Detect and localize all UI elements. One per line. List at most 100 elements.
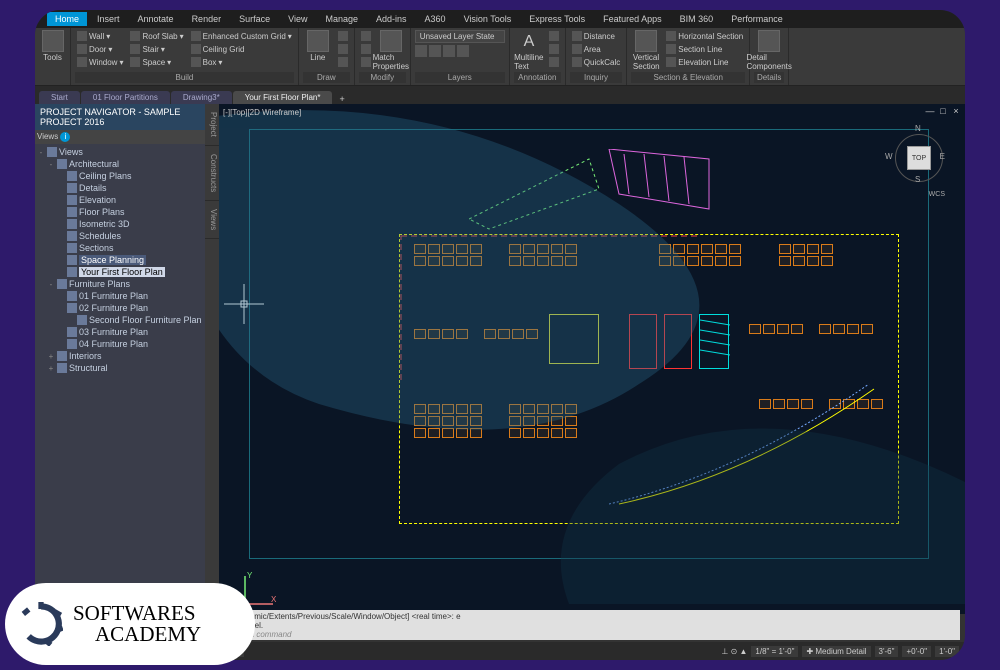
document-tab-bar: Start 01 Floor Partitions Drawing3* Your… [35, 86, 965, 104]
box-tool[interactable]: Box ▾ [189, 56, 294, 68]
area-tool[interactable]: Area [570, 43, 622, 55]
ribbon: Tools Wall ▾ Door ▾ Window ▾ Roof Slab ▾… [35, 28, 965, 86]
elev-line-tool[interactable]: Elevation Line [664, 56, 745, 68]
tree-item-interiors[interactable]: +Interiors [37, 350, 203, 362]
svg-text:X: X [271, 595, 277, 604]
match-props-tool[interactable]: Match Properties [376, 30, 406, 71]
command-line[interactable]: ter/Dynamic/Extents/Previous/Scale/Windo… [220, 610, 960, 640]
elev-readout[interactable]: 3'-6" [875, 646, 899, 657]
layer-icon[interactable] [415, 45, 427, 57]
ribbon-tab-surface[interactable]: Surface [231, 12, 278, 26]
panel-annotation-title: Annotation [514, 72, 561, 83]
line-icon [307, 30, 329, 52]
distance-tool[interactable]: Distance [570, 30, 622, 42]
tree-item-03-furniture-plan[interactable]: 03 Furniture Plan [37, 326, 203, 338]
tree-item-furniture-plans[interactable]: -Furniture Plans [37, 278, 203, 290]
roof-tool[interactable]: Roof Slab ▾ [128, 30, 185, 42]
tree-item-structural[interactable]: +Structural [37, 362, 203, 374]
ribbon-tab-bim360[interactable]: BIM 360 [672, 12, 722, 26]
panel-inquiry-title: Inquiry [570, 72, 622, 83]
ribbon-tab-insert[interactable]: Insert [89, 12, 128, 26]
ribbon-tab-manage[interactable]: Manage [317, 12, 366, 26]
ribbon-tab-express[interactable]: Express Tools [521, 12, 593, 26]
new-tab-button[interactable]: + [333, 94, 350, 104]
tree-item-details[interactable]: Details [37, 182, 203, 194]
doc-tab-drawing3[interactable]: Drawing3* [171, 91, 232, 104]
ribbon-tab-a360[interactable]: A360 [417, 12, 454, 26]
restore-button[interactable]: □ [938, 106, 948, 116]
tree-item-space-planning[interactable]: Space Planning [37, 254, 203, 266]
ribbon-tab-home[interactable]: Home [47, 12, 87, 26]
viewcube-top[interactable]: TOP [907, 146, 931, 170]
wcs-label[interactable]: WCS [929, 191, 945, 198]
side-tab-strip: Project Constructs Views [205, 104, 219, 614]
side-tab-project[interactable]: Project [205, 104, 219, 146]
hsection-tool[interactable]: Horizontal Section [664, 30, 745, 42]
scale-readout[interactable]: 1/8" = 1'-0" [751, 646, 798, 657]
side-tab-views[interactable]: Views [205, 201, 219, 239]
stair-tool[interactable]: Stair ▾ [128, 43, 185, 55]
layer-state-dropdown[interactable]: Unsaved Layer State [415, 30, 505, 43]
section-line-tool[interactable]: Section Line [664, 43, 745, 55]
vsection-icon [635, 30, 657, 52]
grid-tool[interactable]: Enhanced Custom Grid ▾ [189, 30, 294, 42]
doc-tab-partitions[interactable]: 01 Floor Partitions [81, 91, 170, 104]
viewport-label[interactable]: [-][Top][2D Wireframe] [223, 108, 301, 117]
minimize-button[interactable]: — [925, 106, 935, 116]
nav-views-tab[interactable]: Views i [35, 130, 205, 144]
panel-section-title: Section & Elevation [631, 72, 745, 83]
ribbon-tab-vision[interactable]: Vision Tools [456, 12, 520, 26]
vsection-tool[interactable]: Vertical Section [631, 30, 661, 71]
quickcalc-tool[interactable]: QuickCalc [570, 56, 622, 68]
navigator-title: PROJECT NAVIGATOR - SAMPLE PROJECT 2016 [35, 104, 205, 130]
tree-item-04-furniture-plan[interactable]: 04 Furniture Plan [37, 338, 203, 350]
project-navigator: PROJECT NAVIGATOR - SAMPLE PROJECT 2016 … [35, 104, 205, 614]
svg-text:A: A [523, 33, 534, 50]
mtext-tool[interactable]: AMultiline Text [514, 30, 544, 71]
detail-icon [758, 30, 780, 52]
tree-item-second-floor-furniture-plan[interactable]: Second Floor Furniture Plan [37, 314, 203, 326]
crosshair-cursor [224, 284, 264, 324]
tree-item-ceiling-plans[interactable]: Ceiling Plans [37, 170, 203, 182]
wall-tool[interactable]: Wall ▾ [75, 30, 125, 42]
panel-modify-title: Modify [359, 72, 406, 83]
panel-draw-title: Draw [303, 72, 350, 83]
osnap-icons[interactable]: ⊥ ⊙ ▲ [721, 647, 747, 656]
softwares-academy-logo: SOFTWARES ACADEMY [5, 583, 255, 665]
tree-item-01-furniture-plan[interactable]: 01 Furniture Plan [37, 290, 203, 302]
tree-item-isometric-3d[interactable]: Isometric 3D [37, 218, 203, 230]
window-tool[interactable]: Window ▾ [75, 56, 125, 68]
tree-item-floor-plans[interactable]: Floor Plans [37, 206, 203, 218]
ribbon-tab-view[interactable]: View [280, 12, 315, 26]
ribbon-tab-performance[interactable]: Performance [723, 12, 791, 26]
tree-item-views[interactable]: -Views [37, 146, 203, 158]
space-tool[interactable]: Space ▾ [128, 56, 185, 68]
tree-item-elevation[interactable]: Elevation [37, 194, 203, 206]
side-tab-constructs[interactable]: Constructs [205, 146, 219, 201]
tools-button[interactable]: Tools [39, 30, 66, 62]
door-tool[interactable]: Door ▾ [75, 43, 125, 55]
close-button[interactable]: × [951, 106, 961, 116]
ribbon-tab-annotate[interactable]: Annotate [130, 12, 182, 26]
tree-item-schedules[interactable]: Schedules [37, 230, 203, 242]
ribbon-tab-render[interactable]: Render [184, 12, 230, 26]
line-tool[interactable]: Line [303, 30, 333, 62]
ribbon-tab-addins[interactable]: Add-ins [368, 12, 415, 26]
detail-level[interactable]: ✚ Medium Detail [802, 646, 870, 657]
doc-tab-start[interactable]: Start [39, 91, 80, 104]
tree-item-02-furniture-plan[interactable]: 02 Furniture Plan [37, 302, 203, 314]
tree-item-architectural[interactable]: -Architectural [37, 158, 203, 170]
ribbon-tab-bar: Home Insert Annotate Render Surface View… [35, 10, 965, 28]
floor-plan-drawing [369, 144, 929, 564]
drawing-canvas[interactable]: [-][Top][2D Wireframe] — □ × TOP N S W E… [219, 104, 965, 614]
detail-comp-tool[interactable]: Detail Components [754, 30, 784, 71]
logo-line2: ACADEMY [73, 624, 201, 645]
info-icon: i [60, 132, 70, 142]
ribbon-tab-featured[interactable]: Featured Apps [595, 12, 670, 26]
ceiling-tool[interactable]: Ceiling Grid [189, 43, 294, 55]
tree-item-your-first-floor-plan[interactable]: Your First Floor Plan [37, 266, 203, 278]
tree-item-sections[interactable]: Sections [37, 242, 203, 254]
panel-details-title: Details [754, 72, 784, 83]
doc-tab-floorplan[interactable]: Your First Floor Plan* [233, 91, 333, 104]
viewcube[interactable]: TOP N S W E WCS [885, 124, 945, 184]
